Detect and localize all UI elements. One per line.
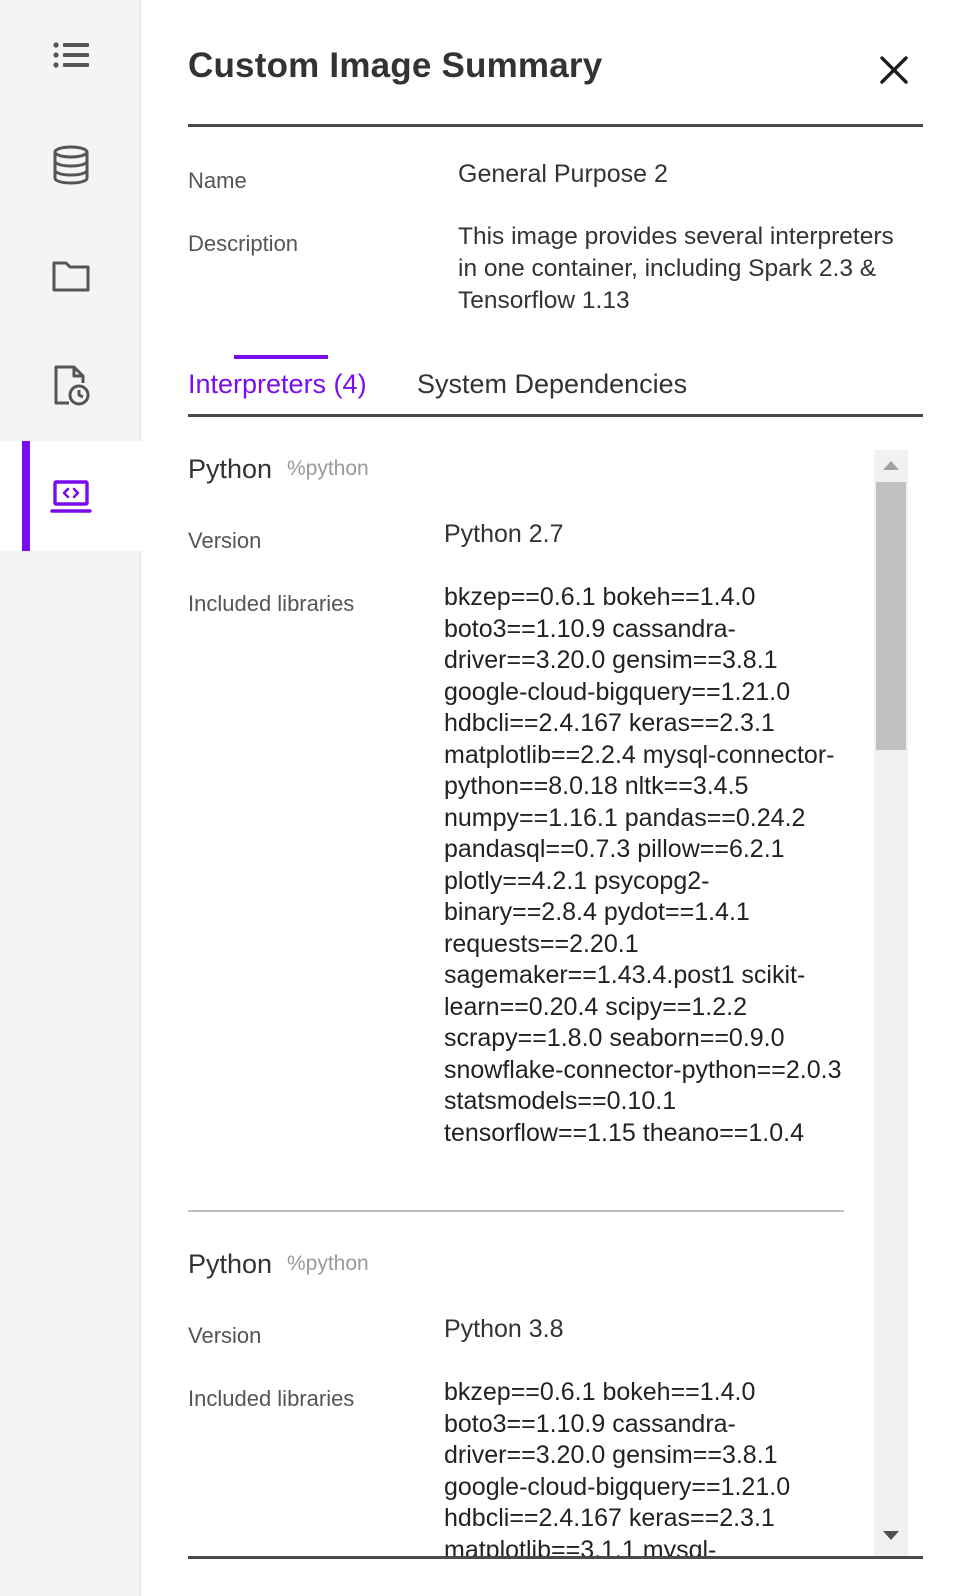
tab-interpreters[interactable]: Interpreters (4) <box>188 369 367 400</box>
libraries-value: bkzep==0.6.1 bokeh==1.4.0 boto3==1.10.9 … <box>444 1378 791 1556</box>
scrollbar-thumb[interactable] <box>876 482 906 750</box>
close-icon[interactable] <box>876 52 912 88</box>
scrollbar[interactable] <box>874 450 908 1556</box>
interpreter-list[interactable]: Python %python Version Python 2.7 Includ… <box>188 450 923 1556</box>
app-frame: Custom Image Summary Name General Purpos… <box>0 0 967 1596</box>
version-label: Version <box>188 1323 262 1348</box>
version-value: Python 2.7 <box>444 520 564 548</box>
code-laptop-icon <box>49 480 92 513</box>
interpreter-name: Python <box>188 454 273 484</box>
rail-item-folder[interactable] <box>0 220 141 330</box>
side-rail <box>0 0 141 1596</box>
libraries-label: Included libraries <box>188 591 355 616</box>
list-icon <box>52 42 89 68</box>
active-tab-indicator <box>234 355 328 359</box>
tab-system-dependencies[interactable]: System Dependencies <box>417 369 687 400</box>
panel-title: Custom Image Summary <box>188 46 603 85</box>
rail-item-database[interactable] <box>0 110 141 220</box>
rail-item-images[interactable] <box>0 441 141 551</box>
section-divider <box>188 1210 844 1212</box>
libraries-label: Included libraries <box>188 1386 355 1411</box>
scroll-down-arrow-icon[interactable] <box>883 1531 899 1540</box>
footer-divider <box>188 1556 923 1559</box>
interpreter-name: Python <box>188 1249 273 1279</box>
scroll-up-arrow-icon[interactable] <box>883 461 899 470</box>
description-label: Description <box>188 231 299 256</box>
interpreter-tag: %python <box>287 1252 369 1275</box>
version-label: Version <box>188 528 262 553</box>
rail-item-list[interactable] <box>0 0 141 110</box>
folder-icon <box>52 261 89 292</box>
name-value: General Purpose 2 <box>458 160 668 188</box>
interpreter-tag: %python <box>287 457 369 480</box>
name-label: Name <box>188 168 247 193</box>
version-value: Python 3.8 <box>444 1315 564 1343</box>
libraries-value: bkzep==0.6.1 bokeh==1.4.0 boto3==1.10.9 … <box>444 583 842 1147</box>
rail-item-history[interactable] <box>0 330 141 440</box>
database-icon <box>53 145 88 185</box>
header-divider <box>188 124 923 127</box>
file-history-icon <box>54 365 89 406</box>
custom-image-summary-panel: Custom Image Summary Name General Purpos… <box>188 0 923 1596</box>
tabs-divider <box>188 414 923 417</box>
description-value: This image provides several interpreters… <box>458 223 894 314</box>
